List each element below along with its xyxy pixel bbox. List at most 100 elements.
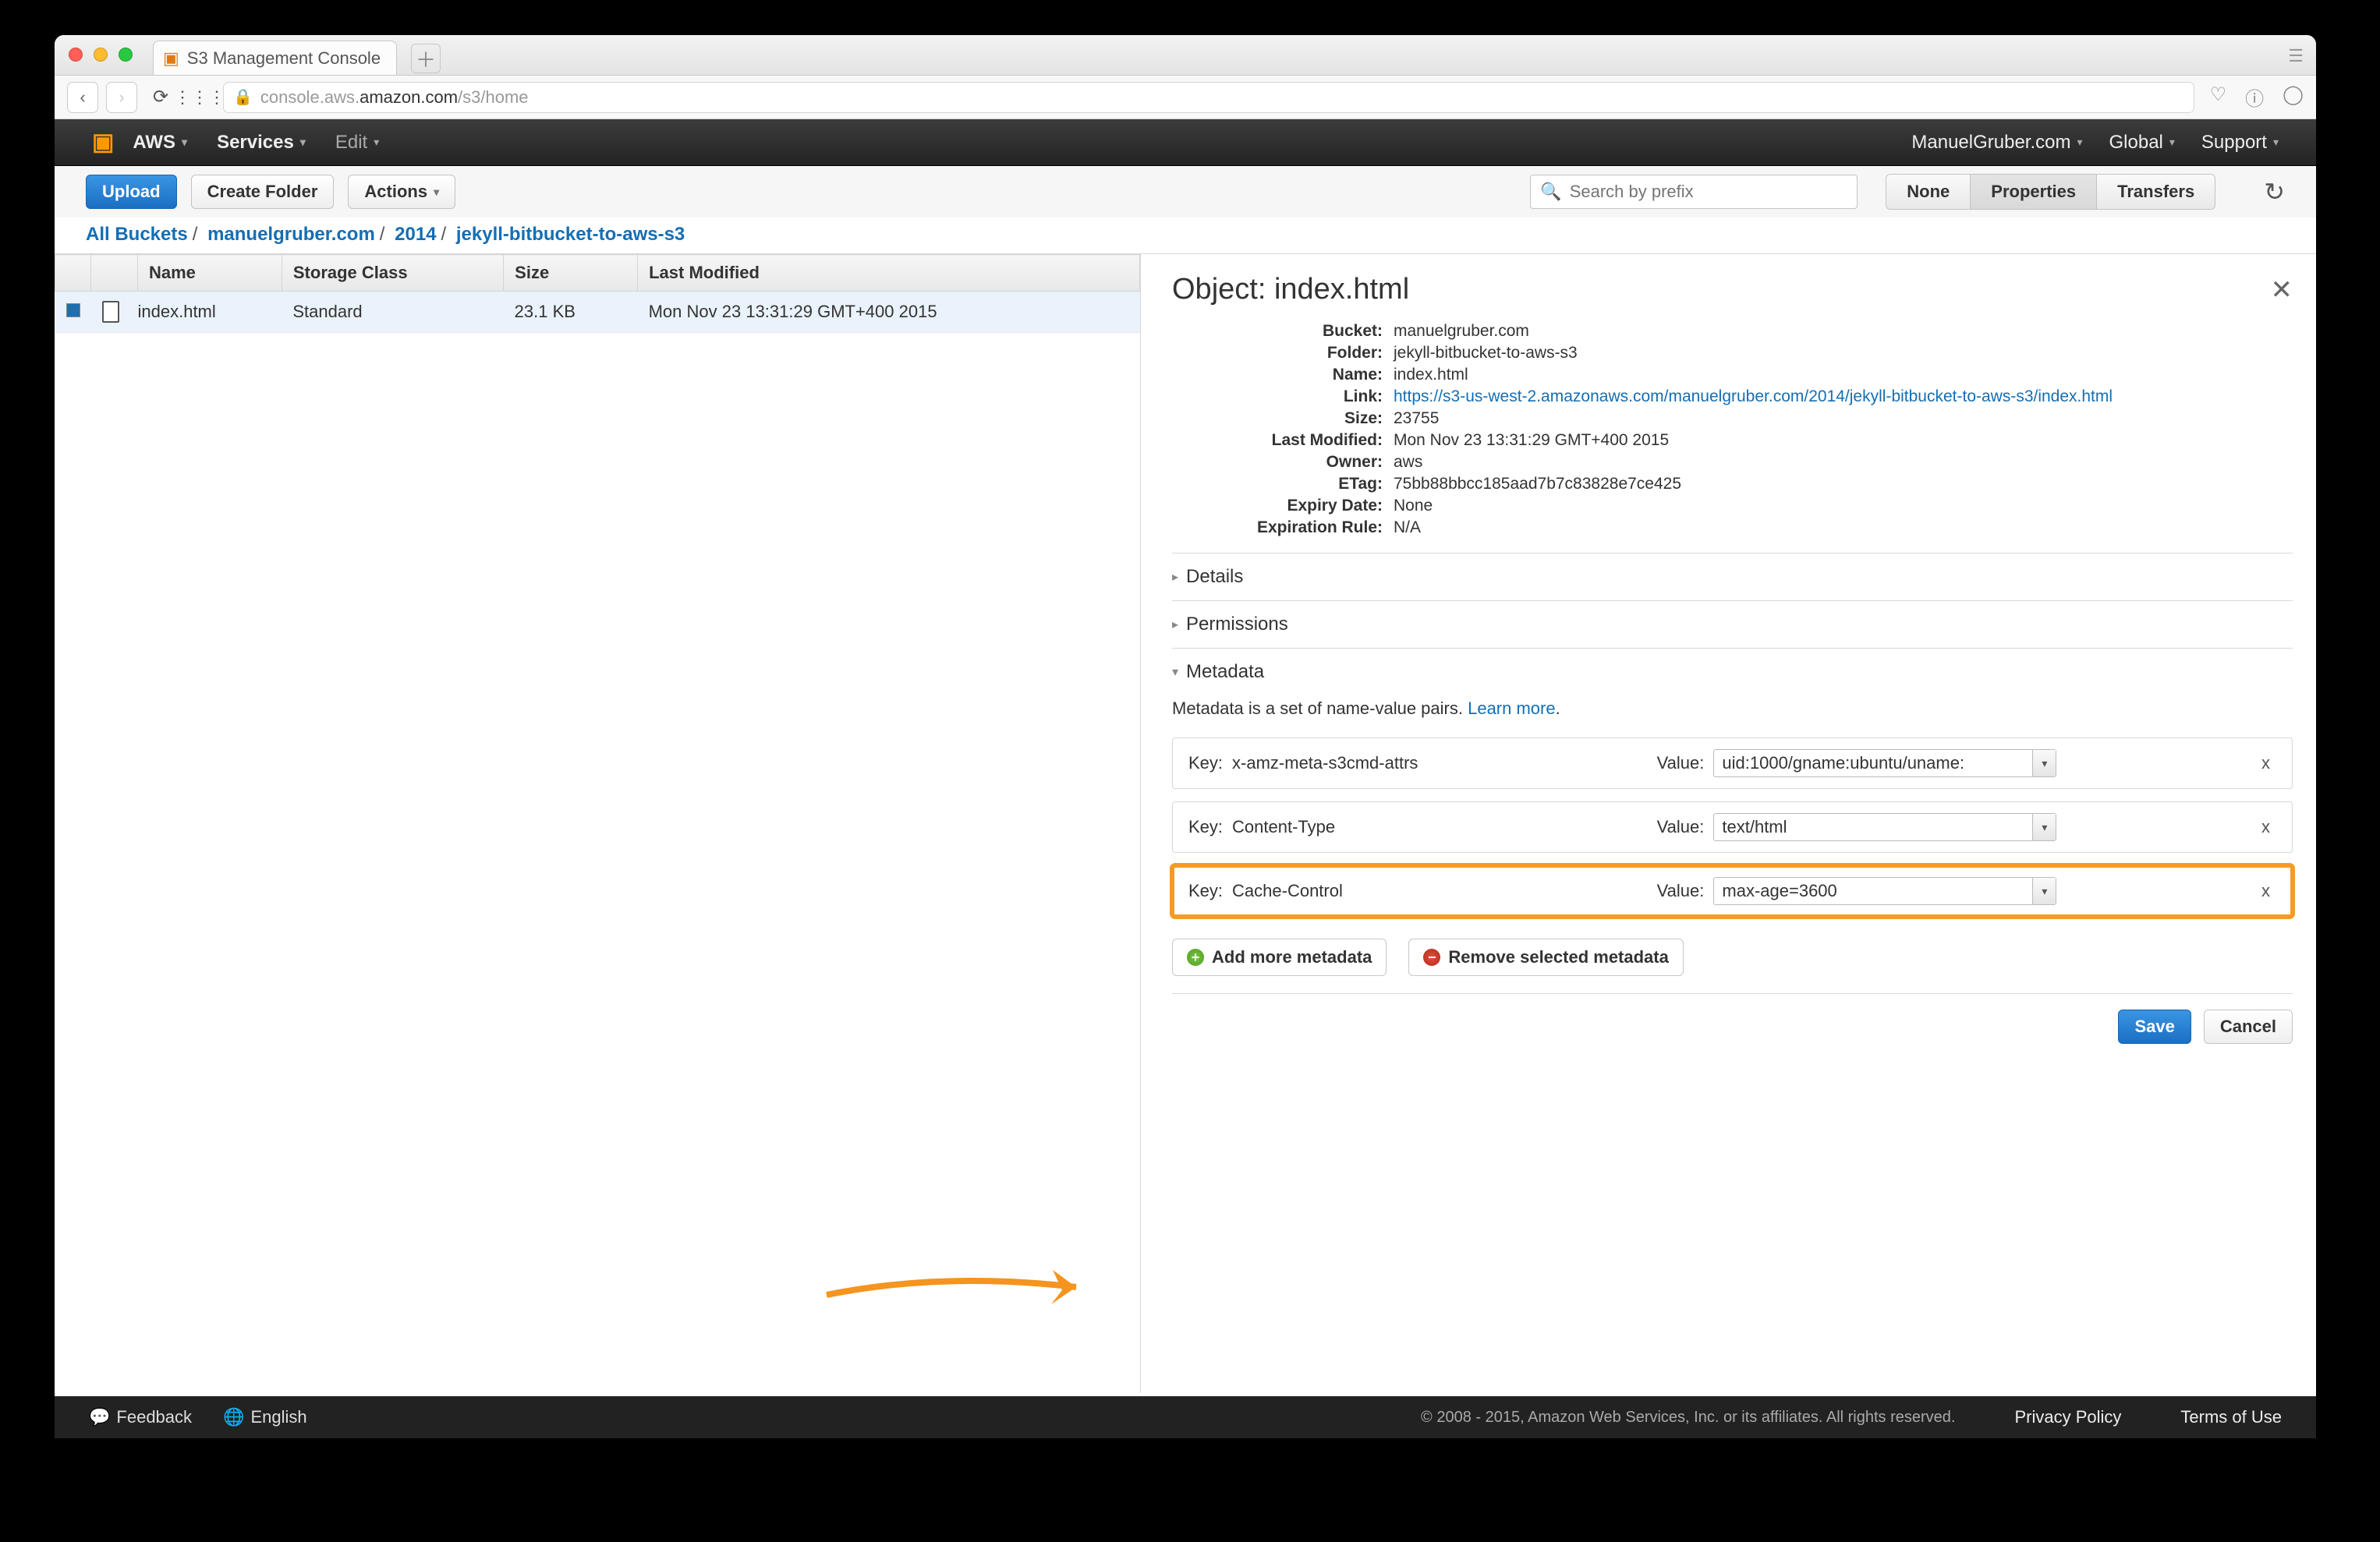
nav-support-menu[interactable]: Support▾ [2201, 132, 2279, 154]
metadata-key[interactable]: Cache-Control [1232, 881, 1458, 901]
object-properties: Bucket:manuelgruber.com Folder:jekyll-bi… [1172, 322, 2293, 537]
feedback-link[interactable]: 💬Feedback [89, 1407, 192, 1427]
aws-logo-icon[interactable]: ▣ [92, 129, 114, 156]
address-text: console.aws.amazon.com/s3/home [260, 87, 529, 108]
profile-icon[interactable]: ◯ [2283, 83, 2304, 111]
metadata-row-highlighted: Key: Cache-Control Value: max-age=3600 ▾… [1172, 865, 2293, 917]
nav-back-button[interactable]: ‹ [67, 82, 98, 113]
nav-region-menu[interactable]: Global▾ [2109, 132, 2175, 154]
refresh-icon[interactable]: ↻ [2264, 177, 2285, 207]
search-icon: 🔍 [1540, 182, 1561, 202]
cell-modified: Mon Nov 23 13:31:29 GMT+400 2015 [638, 292, 1140, 333]
reload-button[interactable]: ⟳ [145, 82, 176, 113]
terms-link[interactable]: Terms of Use [2180, 1407, 2282, 1427]
prop-link[interactable]: https://s3-us-west-2.amazonaws.com/manue… [1394, 387, 2113, 405]
upload-button[interactable]: Upload [86, 175, 177, 209]
file-table: Name Storage Class Size Last Modified in… [55, 254, 1140, 333]
search-box[interactable]: 🔍 [1530, 175, 1858, 209]
save-button[interactable]: Save [2118, 1010, 2191, 1044]
file-list-pane: Name Storage Class Size Last Modified in… [55, 253, 1140, 1393]
create-folder-button[interactable]: Create Folder [191, 175, 335, 209]
chevron-down-icon: ▾ [2169, 136, 2175, 149]
section-details[interactable]: ▸Details [1172, 553, 2293, 600]
metadata-value-dropdown[interactable]: text/html ▾ [1713, 813, 2056, 841]
close-window-icon[interactable] [69, 48, 83, 62]
breadcrumb: All Buckets/ manuelgruber.com/ 2014/ jek… [55, 218, 2316, 253]
metadata-value-dropdown[interactable]: uid:1000/gname:ubuntu/uname: ▾ [1713, 749, 2056, 777]
search-input[interactable] [1570, 182, 1848, 202]
nav-forward-button[interactable]: › [106, 82, 137, 113]
lock-icon: 🔒 [233, 87, 253, 107]
chevron-down-icon[interactable]: ▾ [2032, 814, 2056, 840]
metadata-row: Key: Content-Type Value: text/html ▾ x [1172, 801, 2293, 853]
maximize-window-icon[interactable] [119, 48, 133, 62]
tabs-menu-icon[interactable]: ☰ [2288, 46, 2304, 66]
s3-toolbar: Upload Create Folder Actions ▾ 🔍 None Pr… [55, 166, 2316, 218]
chevron-down-icon: ▾ [300, 136, 306, 149]
footer: 💬Feedback 🌐English © 2008 - 2015, Amazon… [55, 1396, 2316, 1438]
plus-circle-icon: + [1187, 949, 1204, 966]
globe-icon: 🌐 [223, 1407, 244, 1427]
browser-tab[interactable]: ▣ S3 Management Console [153, 41, 397, 75]
row-checkbox[interactable] [66, 303, 80, 317]
table-row[interactable]: index.html Standard 23.1 KB Mon Nov 23 1… [55, 292, 1140, 333]
add-metadata-button[interactable]: + Add more metadata [1172, 939, 1387, 976]
breadcrumb-item[interactable]: All Buckets [86, 224, 188, 245]
nav-services-menu[interactable]: Services▾ [217, 132, 306, 154]
breadcrumb-item[interactable]: 2014 [395, 224, 436, 245]
prop-exprule: N/A [1394, 518, 2293, 537]
cancel-button[interactable]: Cancel [2204, 1010, 2293, 1044]
chevron-down-icon: ▾ [434, 186, 439, 199]
aws-top-nav: ▣ AWS▾ Services▾ Edit▾ ManuelGruber.com▾… [55, 119, 2316, 166]
col-modified[interactable]: Last Modified [638, 255, 1140, 292]
new-tab-button[interactable]: ＋ [411, 44, 441, 73]
language-link[interactable]: 🌐English [223, 1407, 307, 1427]
minimize-window-icon[interactable] [94, 48, 108, 62]
col-name[interactable]: Name [138, 255, 282, 292]
copyright-text: © 2008 - 2015, Amazon Web Services, Inc.… [1421, 1409, 1955, 1427]
chevron-down-icon: ▾ [1172, 664, 1178, 680]
apps-grid-icon[interactable]: ⋮⋮⋮ [184, 82, 215, 113]
properties-pane: Object: index.html ✕ Bucket:manuelgruber… [1140, 253, 2316, 1393]
breadcrumb-item[interactable]: manuelgruber.com [207, 224, 375, 245]
url-bar: ‹ › ⟳ ⋮⋮⋮ 🔒 console.aws.amazon.com/s3/ho… [55, 76, 2316, 119]
prop-name: index.html [1394, 366, 2293, 384]
prop-owner: aws [1394, 453, 2293, 472]
metadata-key[interactable]: Content-Type [1232, 817, 1458, 837]
chevron-down-icon[interactable]: ▾ [2032, 878, 2056, 904]
delete-row-icon[interactable]: x [2255, 881, 2276, 901]
speech-bubble-icon: 💬 [89, 1407, 110, 1427]
close-panel-icon[interactable]: ✕ [2271, 274, 2293, 306]
seg-none-button[interactable]: None [1886, 175, 1971, 209]
metadata-description: Metadata is a set of name-value pairs. L… [1172, 695, 2293, 737]
cell-name: index.html [138, 292, 282, 333]
chevron-down-icon: ▾ [2077, 136, 2082, 149]
seg-properties-button[interactable]: Properties [1971, 175, 2097, 209]
metadata-value-dropdown[interactable]: max-age=3600 ▾ [1713, 877, 2056, 905]
delete-row-icon[interactable]: x [2255, 753, 2276, 773]
actions-button[interactable]: Actions ▾ [348, 175, 455, 209]
info-icon[interactable]: ⓘ [2245, 83, 2264, 111]
metadata-key[interactable]: x-amz-meta-s3cmd-attrs [1232, 753, 1458, 773]
nav-account-menu[interactable]: ManuelGruber.com▾ [1911, 132, 2082, 154]
section-permissions[interactable]: ▸Permissions [1172, 600, 2293, 648]
nav-edit-menu[interactable]: Edit▾ [335, 132, 379, 154]
prop-bucket: manuelgruber.com [1394, 322, 2293, 341]
chevron-down-icon: ▾ [182, 136, 187, 149]
col-storage[interactable]: Storage Class [282, 255, 503, 292]
seg-transfers-button[interactable]: Transfers [2097, 175, 2215, 209]
address-bar[interactable]: 🔒 console.aws.amazon.com/s3/home [223, 82, 2194, 113]
breadcrumb-item[interactable]: jekyll-bitbucket-to-aws-s3 [456, 224, 685, 245]
privacy-link[interactable]: Privacy Policy [2014, 1407, 2121, 1427]
learn-more-link[interactable]: Learn more [1468, 698, 1556, 718]
annotation-arrow-icon [819, 1256, 1100, 1321]
chevron-down-icon: ▾ [374, 136, 379, 149]
chevron-down-icon[interactable]: ▾ [2032, 750, 2056, 776]
heart-icon[interactable]: ♡ [2210, 83, 2227, 111]
remove-metadata-button[interactable]: − Remove selected metadata [1408, 939, 1683, 976]
nav-aws-menu[interactable]: AWS▾ [133, 132, 187, 154]
delete-row-icon[interactable]: x [2255, 817, 2276, 837]
chevron-right-icon: ▸ [1172, 617, 1178, 632]
col-size[interactable]: Size [504, 255, 638, 292]
section-metadata[interactable]: ▾Metadata [1172, 648, 2293, 695]
